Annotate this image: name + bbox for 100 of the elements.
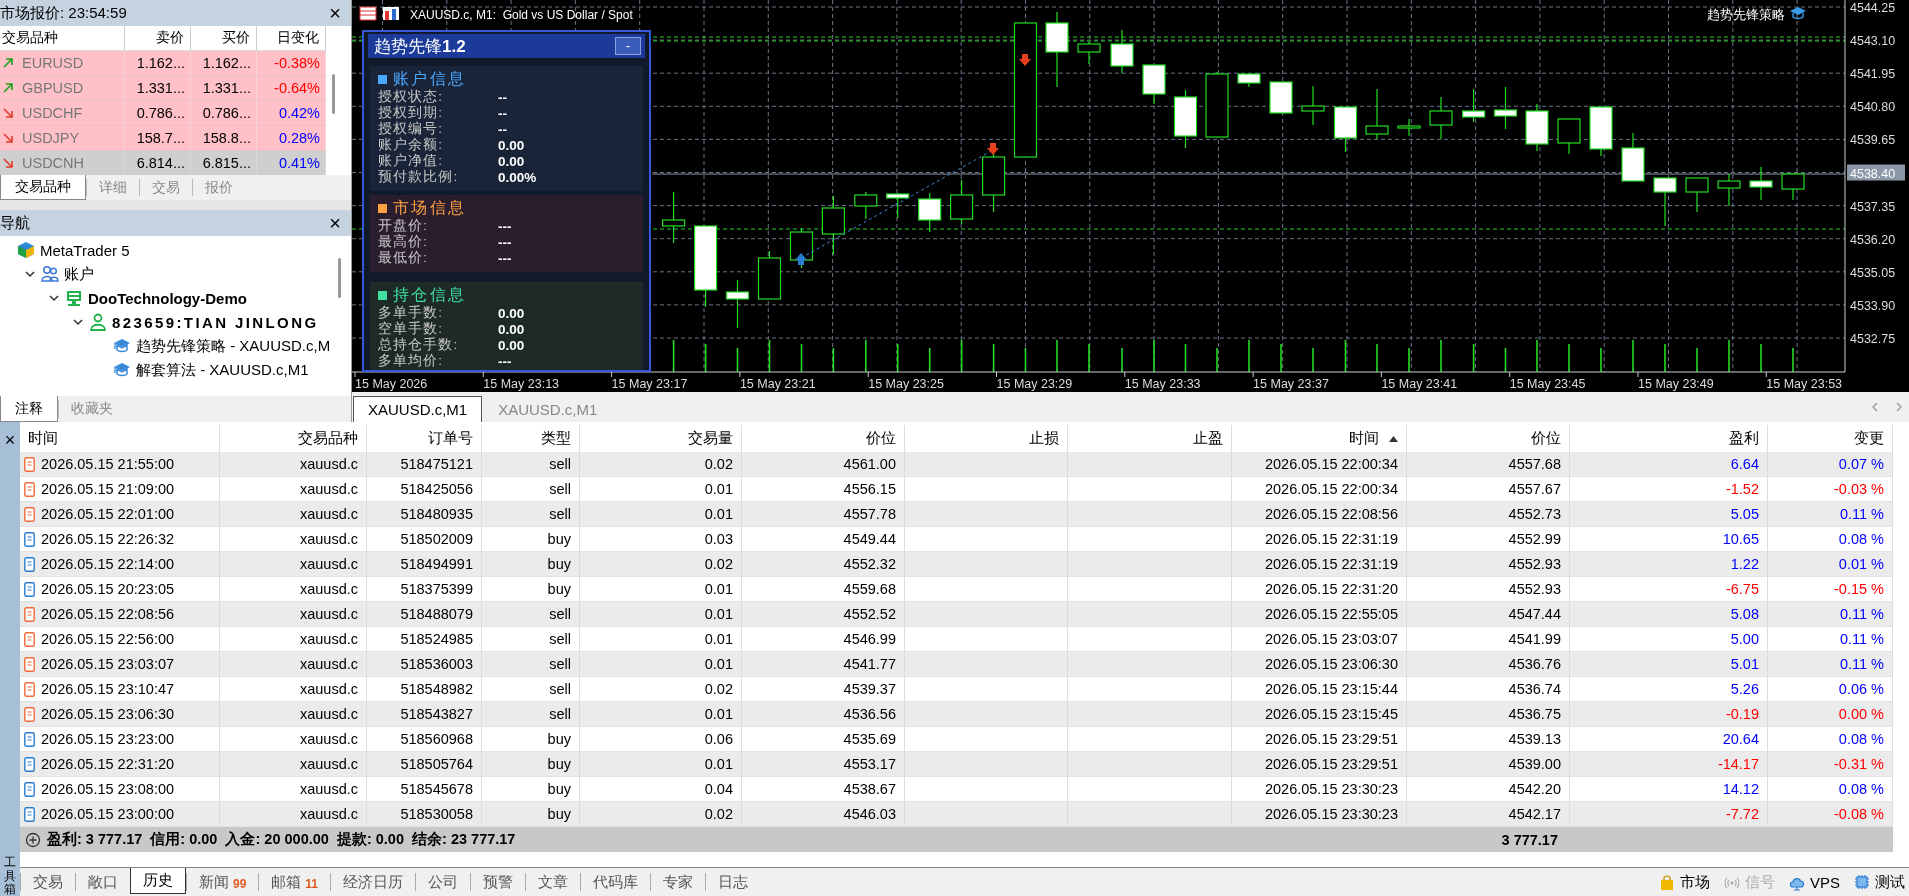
tab[interactable]: 专家 <box>650 873 706 891</box>
price-cell: 6.815... <box>191 151 257 175</box>
table-cell: xauusd.c <box>220 552 367 577</box>
table-cell: 0.03 <box>580 527 742 552</box>
field-value: 0.00 <box>498 153 525 169</box>
table-cell: 2026.05.15 23:06:30 <box>1232 652 1407 677</box>
tree-item[interactable]: DooTechnology-Demo <box>88 289 247 307</box>
table-cell: 4539.37 <box>742 677 905 702</box>
candlestick <box>757 250 782 300</box>
table-cell: buy <box>482 577 580 602</box>
candlestick <box>1333 106 1358 153</box>
tree-item[interactable]: MetaTrader 5 <box>40 241 130 259</box>
status-button[interactable]: VPS <box>1789 873 1840 891</box>
candlestick <box>918 192 942 233</box>
table-cell: xauusd.c <box>220 727 367 752</box>
table-cell: -14.17 <box>1570 752 1768 777</box>
tab[interactable]: 公司 <box>415 873 471 891</box>
minimize-button[interactable]: - <box>615 37 641 55</box>
table-cell: 2026.05.15 22:14:00 <box>41 556 175 572</box>
table-cell: sell <box>482 477 580 502</box>
tab[interactable]: 代码库 <box>580 873 651 891</box>
table-cell: 0.01 <box>580 502 742 527</box>
price-label: 4541.95 <box>1850 67 1896 82</box>
tab[interactable]: 新闻 99 <box>186 873 259 891</box>
change-cell: 0.42% <box>257 101 326 126</box>
tab[interactable]: 交易品种 <box>0 175 86 200</box>
scrollbar-thumb[interactable] <box>338 258 341 298</box>
volume-bar <box>992 343 995 373</box>
time-label: 15 May 23:33 <box>1124 377 1201 391</box>
status-button[interactable]: 测试 <box>1854 872 1905 892</box>
close-button[interactable]: × <box>4 430 16 451</box>
table-cell: -0.08 % <box>1768 802 1893 827</box>
table-cell: 2026.05.15 22:26:32 <box>41 531 175 547</box>
table-cell: 0.01 % <box>1768 552 1893 577</box>
table-cell: 2026.05.15 23:30:23 <box>1232 802 1407 827</box>
table-cell: 0.11 % <box>1768 602 1893 627</box>
table-cell: 2026.05.15 23:15:45 <box>1232 702 1407 727</box>
table-cell: 4553.17 <box>742 752 905 777</box>
candlestick <box>1110 29 1134 74</box>
table-cell: 4538.67 <box>742 777 905 802</box>
chevron-icon[interactable] <box>24 268 36 280</box>
scrollbar-thumb[interactable] <box>332 74 335 114</box>
candlestick <box>1685 177 1709 213</box>
tree-item[interactable]: 解套算法 - XAUUSD.c,M1 <box>136 360 309 380</box>
down-arrow-icon <box>1019 54 1031 66</box>
table-cell: 518488079 <box>367 602 482 627</box>
price-label: 4533.90 <box>1850 298 1896 313</box>
field-value: 0.00 <box>498 337 525 353</box>
tab[interactable]: 日志 <box>705 873 761 891</box>
tab[interactable]: 注释 <box>0 396 58 422</box>
close-button[interactable]: × <box>327 213 343 233</box>
price-label: 4536.20 <box>1850 232 1896 247</box>
panel-title: 导航 <box>0 213 30 233</box>
scroll-left-icon[interactable] <box>1871 402 1879 412</box>
change-cell: -0.38% <box>257 51 326 76</box>
table-cell: 4552.52 <box>742 602 905 627</box>
table-cell: 2026.05.15 23:23:00 <box>41 731 175 747</box>
table-cell: 5.05 <box>1570 502 1768 527</box>
table-cell: xauusd.c <box>220 477 367 502</box>
table-cell: 2026.05.15 23:06:30 <box>41 706 175 722</box>
tree-item[interactable]: 账户 <box>64 264 94 284</box>
table-cell: sell <box>482 627 580 652</box>
table-cell: 518530058 <box>367 802 482 827</box>
time-label: 15 May 23:21 <box>739 377 816 391</box>
table-cell: 0.01 <box>580 627 742 652</box>
tab[interactable]: 经济日历 <box>330 873 416 891</box>
table-cell: 4539.13 <box>1407 727 1570 752</box>
close-button[interactable]: × <box>327 3 343 23</box>
tree-item[interactable]: 823659:TIAN JINLONG <box>112 313 319 331</box>
tab[interactable]: 文章 <box>525 873 581 891</box>
candlestick <box>1493 86 1518 130</box>
table-cell: 0.08 % <box>1768 777 1893 802</box>
expert-label: 趋势先锋策略 <box>1707 8 1785 22</box>
status-button[interactable]: 市场 <box>1659 872 1710 892</box>
table-cell: 0.01 <box>580 477 742 502</box>
down-arrow-icon <box>2 107 14 119</box>
scroll-right-icon[interactable] <box>1895 402 1903 412</box>
volume-bar <box>768 339 771 373</box>
table-cell: 518536003 <box>367 652 482 677</box>
tab[interactable]: 邮箱 11 <box>258 873 331 891</box>
up-arrow-icon <box>2 82 14 94</box>
field-value: -- <box>498 105 507 121</box>
field-label: 账户余额: <box>378 136 445 153</box>
field-label: 授权状态: <box>378 88 445 105</box>
tab[interactable]: 历史 <box>130 868 186 894</box>
monitor-icon <box>65 289 83 307</box>
tab[interactable]: 交易 <box>20 873 75 891</box>
tree-item[interactable]: 趋势先锋策略 - XAUUSD.c,M <box>136 336 331 356</box>
candlestick <box>1301 85 1325 126</box>
price-label: 4540.80 <box>1850 100 1896 115</box>
table-cell: 0.11 % <box>1768 627 1893 652</box>
table-cell: 0.02 <box>580 802 742 827</box>
section-heading: 市场信息 <box>393 197 467 218</box>
tab[interactable]: 预警 <box>470 873 526 891</box>
table-cell: 518475121 <box>367 452 482 477</box>
table-cell: 4542.17 <box>1407 802 1570 827</box>
volume-bar <box>1024 347 1027 373</box>
chevron-icon[interactable] <box>72 316 84 328</box>
chart-tab[interactable]: XAUUSD.c,M1 <box>353 396 483 422</box>
chevron-icon[interactable] <box>48 292 60 304</box>
